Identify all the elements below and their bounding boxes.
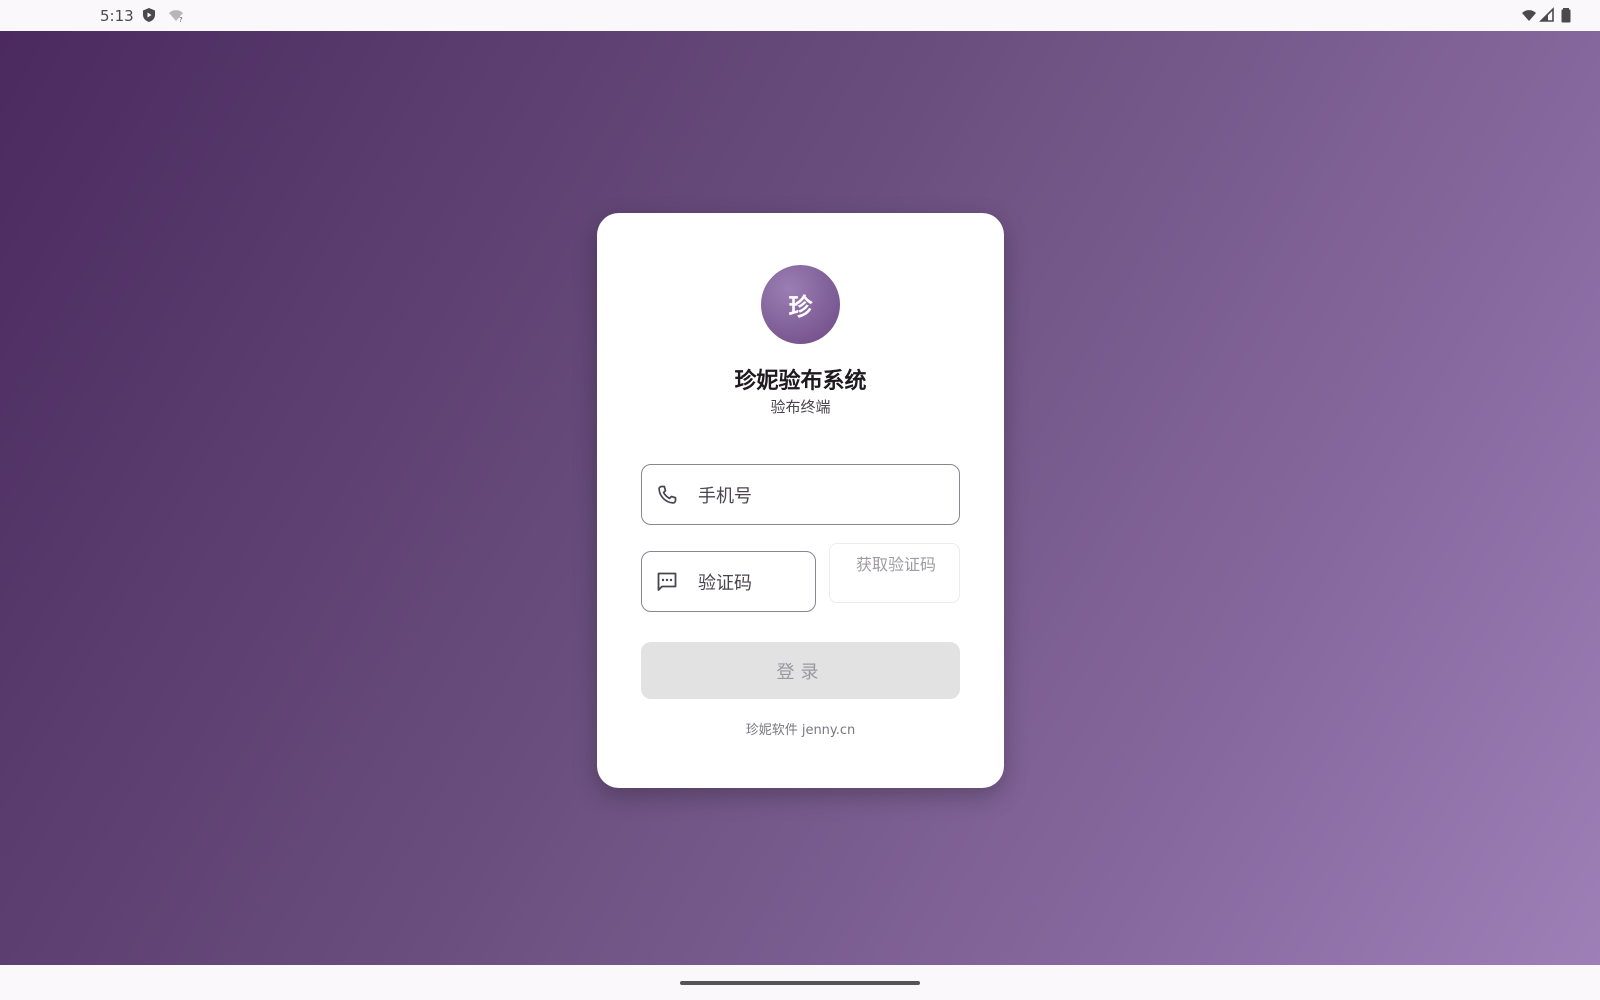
login-card: 珍 珍妮验布系统 验布终端 手机号 验证码 获取验证码 登录 珍妮软件 jenn… <box>597 213 1004 788</box>
message-dots-icon <box>657 572 677 591</box>
phone-input[interactable]: 手机号 <box>641 464 960 525</box>
home-gesture-handle[interactable] <box>680 981 920 985</box>
app-logo: 珍 <box>761 265 840 344</box>
status-time: 5:13 <box>100 7 134 25</box>
phone-placeholder: 手机号 <box>698 485 752 507</box>
status-bar: 5:13 ? <box>0 0 1600 31</box>
code-placeholder: 验证码 <box>698 572 752 594</box>
login-button[interactable]: 登录 <box>641 642 960 699</box>
app-subtitle: 验布终端 <box>770 398 831 416</box>
footer-text: 珍妮软件 jenny.cn <box>745 723 856 738</box>
shield-play-icon <box>143 8 155 22</box>
get-code-button[interactable]: 获取验证码 <box>829 543 960 603</box>
cell-signal-icon <box>1539 7 1554 22</box>
code-input[interactable]: 验证码 <box>641 551 816 612</box>
wifi-unknown-icon: ? <box>169 10 183 23</box>
app-title: 珍妮验布系统 <box>734 369 867 394</box>
phone-icon <box>658 485 677 504</box>
navigation-bar <box>0 965 1600 1000</box>
battery-icon <box>1561 8 1571 23</box>
svg-text:?: ? <box>179 16 183 23</box>
wifi-icon <box>1522 10 1536 21</box>
